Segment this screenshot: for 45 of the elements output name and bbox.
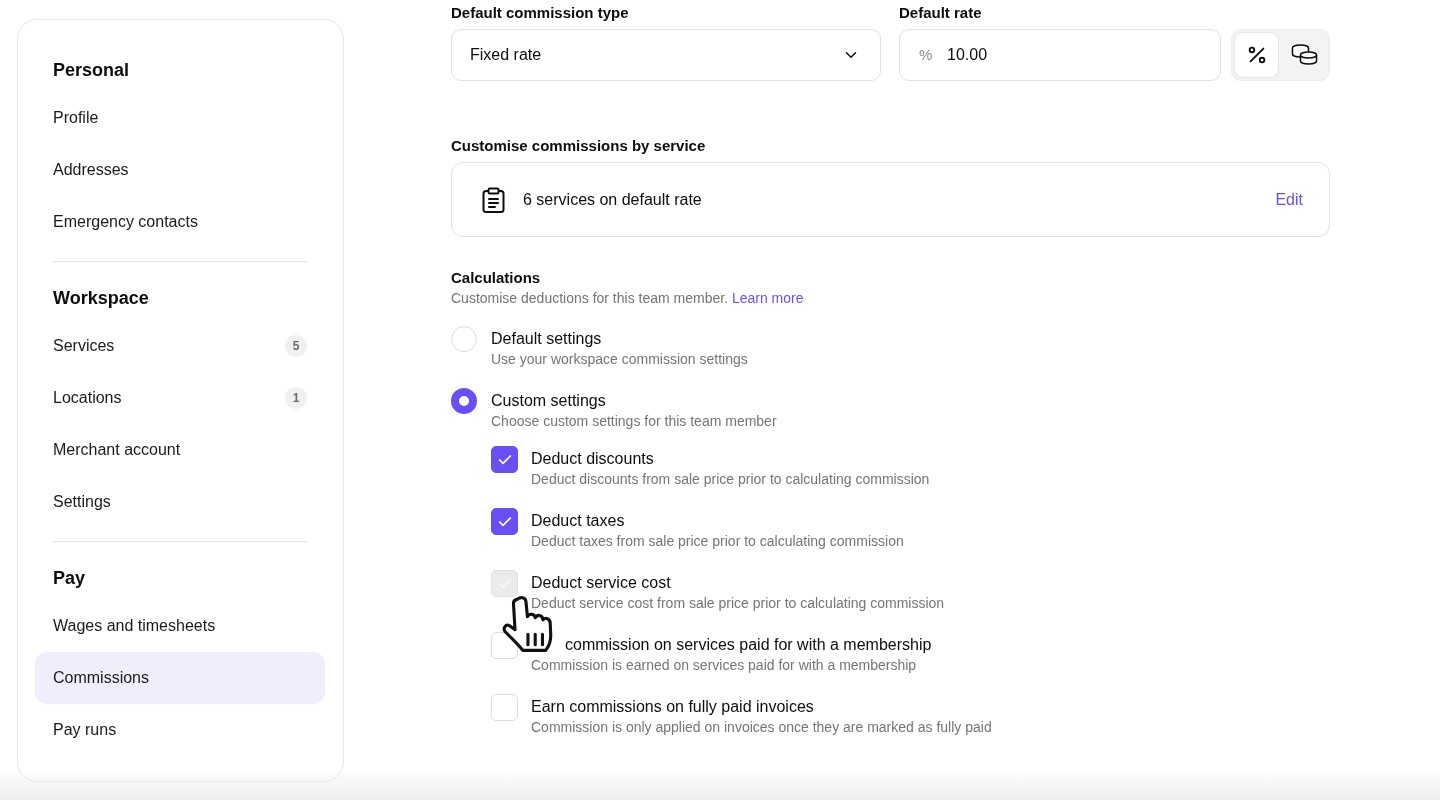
option-label: Default settings [491,329,602,349]
learn-more-link[interactable]: Learn more [731,290,804,306]
option-label: commission on services paid for with a membership [565,635,932,655]
services-summary: 6 services on default rate [523,189,703,210]
checkbox[interactable] [491,446,518,473]
option-label: Earn commissions on fully paid invoices [531,697,814,717]
section-title: Customise commissions by service [451,136,707,156]
option-label: Deduct service cost [531,573,671,593]
sidebar-item[interactable]: Settings [35,476,325,528]
rate-input[interactable]: % 10.00 [899,29,1221,81]
option-description: Commission is earned on services paid for with a membership [531,656,917,674]
count-badge: 1 [285,387,307,409]
option-description: Choose custom settings for this team member [491,412,777,430]
sidebar-section-title: Workspace [53,286,149,310]
section-title: Calculations [451,268,542,288]
sidebar-item[interactable]: Profile [35,92,325,144]
calculations-description: Customise deductions for this team member. Learn more [451,289,805,308]
sidebar-section-title: Personal [53,58,130,82]
option-description: Deduct service cost from sale price prior to calculating commission [531,594,945,612]
checkbox[interactable] [491,508,518,535]
clipboard-icon [482,186,505,213]
option-label: Custom settings [491,391,606,411]
commission-type-select[interactable]: Fixed rate [451,29,881,81]
option-label: Deduct discounts [531,449,654,469]
option-description: Commission is only applied on invoices once they are marked as fully paid [531,718,992,736]
unit-option[interactable] [1235,33,1278,77]
sidebar-item[interactable]: Pay runs [35,704,325,756]
sidebar-item[interactable]: Locations 1 [35,372,325,424]
count-badge: 5 [285,335,307,357]
sidebar-item[interactable]: Wages and timesheets [35,600,325,652]
sidebar-item[interactable]: Emergency contacts [35,196,325,248]
option-description: Use your workspace commission settings [491,350,748,368]
sidebar-item[interactable]: Merchant account [35,424,325,476]
field-label: Default rate [899,3,983,23]
field-label: Default commission type [451,3,630,23]
sidebar-item[interactable]: Commissions [35,652,325,704]
option-description: Deduct discounts from sale price prior to calculating commission [531,470,930,488]
sidebar-section-title: Pay [53,566,86,590]
radio-button[interactable] [451,388,477,414]
option-description: Deduct taxes from sale price prior to calculating commission [531,532,904,550]
sidebar-item[interactable]: Addresses [35,144,325,196]
coins-icon [1291,44,1318,66]
sidebar-item[interactable]: Services 5 [35,320,325,372]
edit-link[interactable]: Edit [1275,187,1303,212]
option-label: Deduct taxes [531,511,625,531]
